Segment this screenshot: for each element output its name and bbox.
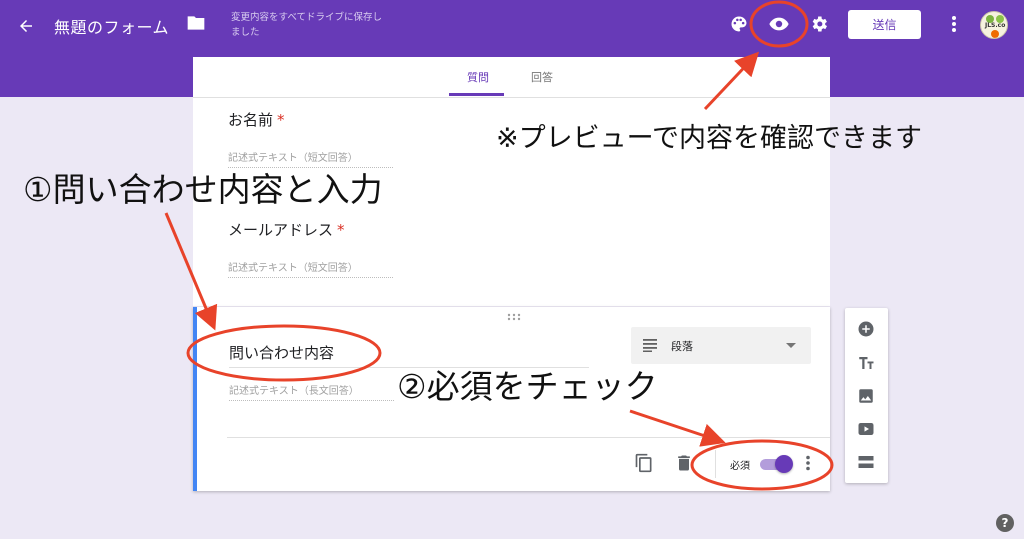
preview-annotation: ※プレビューで内容を確認できます xyxy=(496,123,923,154)
folder-icon[interactable] xyxy=(186,14,210,36)
save-status: 変更内容をすべてドライブに保存しました xyxy=(231,12,382,38)
question-title-email[interactable]: メールアドレス * xyxy=(228,219,345,240)
back-arrow-icon[interactable] xyxy=(12,12,40,40)
required-label: 必須 xyxy=(730,461,750,472)
tab-responses[interactable]: 回答 xyxy=(531,69,553,85)
palette-icon[interactable] xyxy=(727,12,751,36)
question-title-text: お名前 xyxy=(228,111,274,129)
video-icon[interactable] xyxy=(856,419,876,439)
send-button[interactable]: 送信 xyxy=(848,10,921,39)
question-title-text: メールアドレス xyxy=(228,221,334,239)
required-toggle-knob[interactable] xyxy=(775,455,793,473)
help-button[interactable]: ? xyxy=(996,514,1014,532)
tabs-card: 質問 回答 xyxy=(193,57,830,97)
add-circle-icon[interactable] xyxy=(856,319,876,339)
active-tab-indicator xyxy=(449,93,504,96)
question-title-name[interactable]: お名前 * xyxy=(228,109,285,130)
step2-annotation: ②必須をチェック xyxy=(397,367,658,406)
footer-separator xyxy=(715,450,716,478)
dropdown-arrow-icon xyxy=(786,343,796,348)
more-vert-icon[interactable] xyxy=(942,12,966,36)
trash-icon[interactable] xyxy=(674,453,694,473)
paragraph-icon xyxy=(643,339,657,352)
more-vert-icon[interactable] xyxy=(805,455,821,473)
tab-questions[interactable]: 質問 xyxy=(467,69,489,85)
required-star: * xyxy=(337,221,345,239)
question-type-select[interactable]: 段落 xyxy=(631,327,811,364)
eye-icon[interactable] xyxy=(767,12,791,36)
gear-icon[interactable] xyxy=(807,12,831,36)
title-text-icon[interactable] xyxy=(856,353,876,373)
drag-handle-icon[interactable] xyxy=(507,313,521,324)
long-answer-placeholder: 記述式テキスト（長文回答） xyxy=(229,382,394,401)
question-title-input[interactable]: 問い合わせ内容 xyxy=(229,342,334,363)
short-answer-placeholder: 記述式テキスト（短文回答） xyxy=(228,259,393,278)
required-star: * xyxy=(277,111,285,129)
side-toolbar xyxy=(845,308,888,483)
section-icon[interactable] xyxy=(856,452,876,472)
avatar-text: JLS.co xyxy=(985,22,1006,29)
copy-icon[interactable] xyxy=(634,453,654,473)
question-type-label: 段落 xyxy=(671,340,693,353)
step1-annotation: ①問い合わせ内容と入力 xyxy=(23,170,383,209)
card-divider xyxy=(227,437,830,438)
form-title[interactable]: 無題のフォーム xyxy=(54,14,169,38)
image-icon[interactable] xyxy=(856,386,876,406)
avatar[interactable]: JLS.co xyxy=(980,11,1008,39)
